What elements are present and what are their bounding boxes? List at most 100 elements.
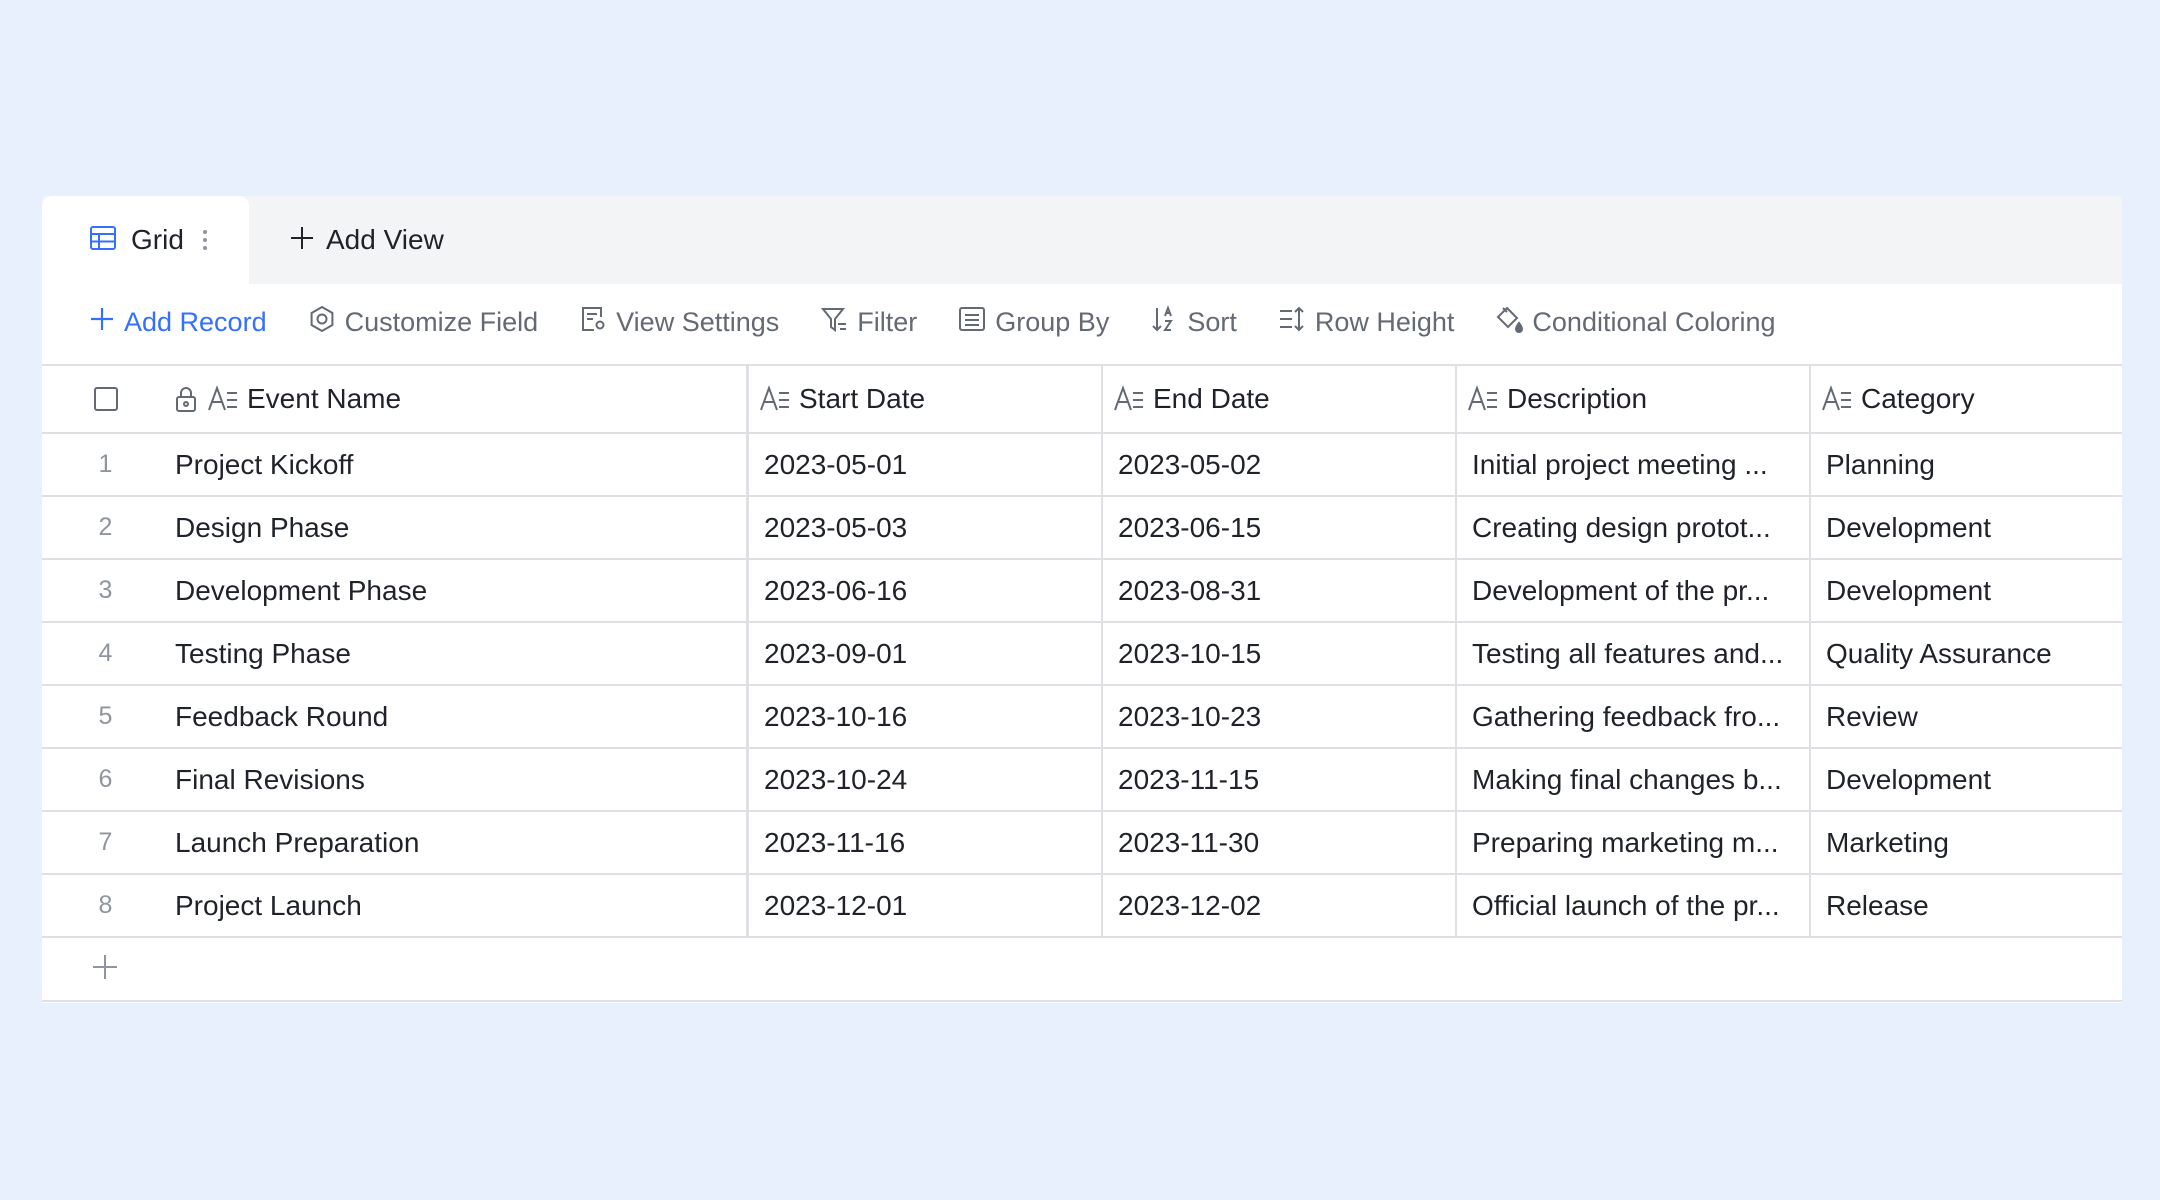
category-cell[interactable]: Development: [1811, 497, 2122, 558]
end-date-cell[interactable]: 2023-10-15: [1103, 623, 1457, 684]
start-date-cell[interactable]: 2023-10-24: [749, 749, 1103, 810]
column-header-event-name[interactable]: Event Name: [173, 366, 749, 432]
column-title: Category: [1861, 383, 1975, 414]
start-date-cell[interactable]: 2023-05-03: [749, 497, 1103, 558]
grid-view-panel: Grid Add View Add Record Customize Field…: [42, 196, 2122, 1003]
row-number: 3: [98, 576, 113, 604]
row-number: 2: [98, 513, 113, 541]
filter-icon: [819, 304, 857, 341]
description-cell[interactable]: Gathering feedback fro...: [1457, 686, 1811, 747]
select-all-checkbox[interactable]: [93, 387, 118, 411]
row-number: 5: [98, 702, 113, 730]
header-row: Event Name Start Date End Date Descripti…: [42, 366, 2122, 434]
view-settings-button[interactable]: View Settings: [578, 304, 779, 341]
gear-icon: [307, 304, 345, 341]
end-date-cell[interactable]: 2023-06-15: [1103, 497, 1457, 558]
add-view-label: Add View: [326, 224, 444, 255]
column-header-description[interactable]: Description: [1457, 366, 1811, 432]
table-row[interactable]: 1 Project Kickoff 2023-05-01 2023-05-02 …: [42, 434, 2122, 497]
column-title: Start Date: [799, 383, 926, 414]
view-settings-icon: [578, 304, 616, 341]
category-cell[interactable]: Quality Assurance: [1811, 623, 2122, 684]
row-height-button[interactable]: Row Height: [1277, 304, 1455, 341]
grid-view-icon: [89, 224, 117, 257]
column-header-end-date[interactable]: End Date: [1103, 366, 1457, 432]
text-field-icon: [1467, 385, 1499, 413]
description-cell[interactable]: Creating design protot...: [1457, 497, 1811, 558]
filter-label: Filter: [857, 306, 918, 337]
end-date-cell[interactable]: 2023-05-02: [1103, 434, 1457, 495]
end-date-cell[interactable]: 2023-12-02: [1103, 875, 1457, 936]
row-number: 1: [98, 450, 113, 478]
toolbar: Add Record Customize Field View Settings: [42, 284, 2122, 360]
category-cell[interactable]: Development: [1811, 560, 2122, 621]
lock-icon: [173, 385, 199, 413]
event-name-cell[interactable]: Project Launch: [173, 875, 749, 936]
description-cell[interactable]: Official launch of the pr...: [1457, 875, 1811, 936]
description-cell[interactable]: Initial project meeting ...: [1457, 434, 1811, 495]
filter-button[interactable]: Filter: [819, 304, 917, 341]
column-title: End Date: [1153, 383, 1270, 414]
view-settings-label: View Settings: [616, 306, 780, 337]
start-date-cell[interactable]: 2023-06-16: [749, 560, 1103, 621]
start-date-cell[interactable]: 2023-09-01: [749, 623, 1103, 684]
row-number: 8: [98, 891, 113, 919]
row-height-label: Row Height: [1314, 306, 1455, 337]
end-date-cell[interactable]: 2023-11-30: [1103, 812, 1457, 873]
event-name-cell[interactable]: Feedback Round: [173, 686, 749, 747]
end-date-cell[interactable]: 2023-10-23: [1103, 686, 1457, 747]
description-cell[interactable]: Development of the pr...: [1457, 560, 1811, 621]
description-cell[interactable]: Testing all features and...: [1457, 623, 1811, 684]
text-field-icon: [1113, 385, 1145, 413]
column-title: Event Name: [247, 383, 402, 414]
plus-icon: [90, 952, 120, 987]
text-field-icon: [759, 385, 791, 413]
add-row-button[interactable]: [42, 938, 2122, 1002]
description-cell[interactable]: Preparing marketing m...: [1457, 812, 1811, 873]
column-header-start-date[interactable]: Start Date: [749, 366, 1103, 432]
description-cell[interactable]: Making final changes b...: [1457, 749, 1811, 810]
category-cell[interactable]: Development: [1811, 749, 2122, 810]
text-field-icon: [207, 385, 239, 413]
group-by-label: Group By: [995, 306, 1110, 337]
event-name-cell[interactable]: Launch Preparation: [173, 812, 749, 873]
end-date-cell[interactable]: 2023-11-15: [1103, 749, 1457, 810]
column-header-category[interactable]: Category: [1811, 366, 2122, 432]
category-cell[interactable]: Marketing: [1811, 812, 2122, 873]
tab-grid-label: Grid: [131, 224, 184, 255]
event-name-cell[interactable]: Development Phase: [173, 560, 749, 621]
more-vertical-icon[interactable]: [202, 229, 208, 251]
category-cell[interactable]: Review: [1811, 686, 2122, 747]
event-name-cell[interactable]: Design Phase: [173, 497, 749, 558]
group-by-button[interactable]: Group By: [957, 304, 1109, 341]
row-height-icon: [1277, 304, 1315, 341]
start-date-cell[interactable]: 2023-05-01: [749, 434, 1103, 495]
conditional-coloring-label: Conditional Coloring: [1532, 306, 1776, 337]
sort-button[interactable]: Sort: [1149, 304, 1237, 341]
add-view-button[interactable]: Add View: [288, 196, 444, 284]
table-row[interactable]: 4 Testing Phase 2023-09-01 2023-10-15 Te…: [42, 623, 2122, 686]
add-record-label: Add Record: [124, 306, 267, 337]
table-row[interactable]: 3 Development Phase 2023-06-16 2023-08-3…: [42, 560, 2122, 623]
category-cell[interactable]: Release: [1811, 875, 2122, 936]
event-name-cell[interactable]: Testing Phase: [173, 623, 749, 684]
add-record-button[interactable]: Add Record: [88, 305, 267, 340]
table-row[interactable]: 8 Project Launch 2023-12-01 2023-12-02 O…: [42, 875, 2122, 938]
row-number: 7: [98, 828, 113, 856]
start-date-cell[interactable]: 2023-12-01: [749, 875, 1103, 936]
customize-field-button[interactable]: Customize Field: [307, 304, 538, 341]
event-name-cell[interactable]: Project Kickoff: [173, 434, 749, 495]
table-row[interactable]: 2 Design Phase 2023-05-03 2023-06-15 Cre…: [42, 497, 2122, 560]
table-row[interactable]: 7 Launch Preparation 2023-11-16 2023-11-…: [42, 812, 2122, 875]
start-date-cell[interactable]: 2023-11-16: [749, 812, 1103, 873]
plus-icon: [288, 224, 316, 257]
table-row[interactable]: 5 Feedback Round 2023-10-16 2023-10-23 G…: [42, 686, 2122, 749]
end-date-cell[interactable]: 2023-08-31: [1103, 560, 1457, 621]
table-row[interactable]: 6 Final Revisions 2023-10-24 2023-11-15 …: [42, 749, 2122, 812]
plus-icon: [88, 305, 124, 340]
tab-grid[interactable]: Grid: [42, 196, 249, 284]
start-date-cell[interactable]: 2023-10-16: [749, 686, 1103, 747]
category-cell[interactable]: Planning: [1811, 434, 2122, 495]
conditional-coloring-button[interactable]: Conditional Coloring: [1494, 304, 1776, 341]
event-name-cell[interactable]: Final Revisions: [173, 749, 749, 810]
